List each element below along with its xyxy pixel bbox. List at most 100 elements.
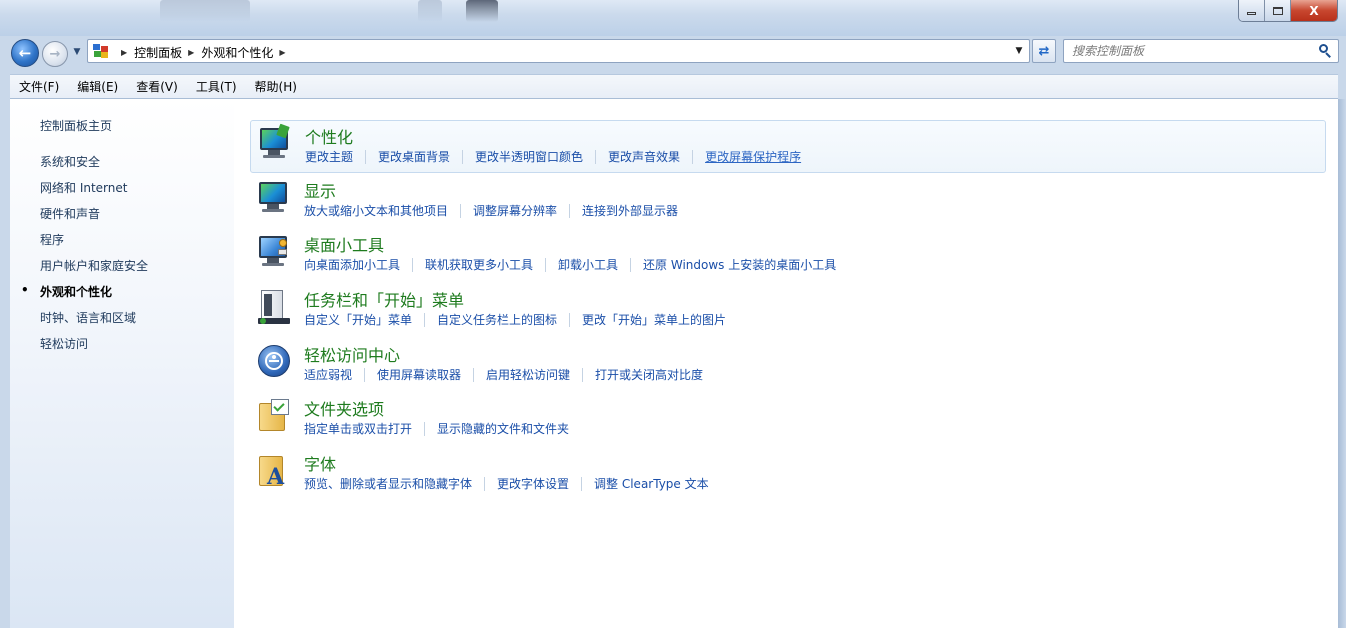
category-personalization: 个性化 更改主题 更改桌面背景 更改半透明窗口颜色 更改声音效果 更改屏幕保护程… xyxy=(250,120,1326,173)
link-single-double-click[interactable]: 指定单击或双击打开 xyxy=(304,420,412,437)
category-links: 向桌面添加小工具 联机获取更多小工具 卸载小工具 还原 Windows 上安装的… xyxy=(304,256,836,273)
link-separator xyxy=(569,203,571,218)
link-separator xyxy=(460,203,462,218)
sidebar-item-clock-language[interactable]: 时钟、语言和区域 xyxy=(40,309,148,335)
link-uninstall-gadget[interactable]: 卸载小工具 xyxy=(558,256,618,273)
taskbar-start-menu-icon xyxy=(257,288,291,324)
sidebar-item-programs[interactable]: 程序 xyxy=(40,231,148,257)
title-bar-decoration xyxy=(418,0,442,22)
link-adjust-cleartype[interactable]: 调整 ClearType 文本 xyxy=(594,475,709,492)
fonts-icon: A xyxy=(257,452,291,488)
link-screen-reader[interactable]: 使用屏幕读取器 xyxy=(377,366,461,383)
category-fonts: A 字体 预览、删除或者显示和隐藏字体 更改字体设置 调整 ClearType … xyxy=(250,448,1326,501)
window-frame-right xyxy=(1338,99,1346,628)
category-links: 适应弱视 使用屏幕读取器 启用轻松访问键 打开或关闭高对比度 xyxy=(304,366,703,383)
sidebar: 控制面板主页 系统和安全 网络和 Internet 硬件和声音 程序 用户帐户和… xyxy=(10,99,234,628)
menu-help[interactable]: 帮助(H) xyxy=(255,78,297,95)
link-separator xyxy=(364,367,366,382)
breadcrumb-arrow-icon[interactable]: ▶ xyxy=(121,48,127,57)
category-folder-options: 文件夹选项 指定单击或双击打开 显示隐藏的文件和文件夹 xyxy=(250,393,1326,446)
link-font-settings[interactable]: 更改字体设置 xyxy=(497,475,569,492)
link-restore-gadgets[interactable]: 还原 Windows 上安装的桌面小工具 xyxy=(643,256,836,273)
breadcrumb-arrow-icon[interactable]: ▶ xyxy=(279,48,285,57)
sidebar-item-user-accounts[interactable]: 用户帐户和家庭安全 xyxy=(40,257,148,283)
sidebar-control-panel-home[interactable]: 控制面板主页 xyxy=(40,117,112,134)
forward-arrow-icon: → xyxy=(49,46,61,62)
sidebar-list: 系统和安全 网络和 Internet 硬件和声音 程序 用户帐户和家庭安全 • … xyxy=(21,153,148,361)
category-title[interactable]: 文件夹选项 xyxy=(304,396,384,420)
category-display: 显示 放大或缩小文本和其他项目 调整屏幕分辨率 连接到外部显示器 xyxy=(250,175,1326,228)
maximize-button[interactable] xyxy=(1265,0,1291,21)
refresh-icon: ⇄ xyxy=(1038,43,1050,59)
menu-edit[interactable]: 编辑(E) xyxy=(77,78,118,95)
sidebar-item-system-security[interactable]: 系统和安全 xyxy=(40,153,148,179)
breadcrumb-arrow-icon[interactable]: ▶ xyxy=(188,48,194,57)
breadcrumb-control-panel[interactable]: 控制面板 xyxy=(134,44,182,61)
sidebar-item-appearance[interactable]: • 外观和个性化 xyxy=(21,283,148,309)
sidebar-item-hardware-sound[interactable]: 硬件和声音 xyxy=(40,205,148,231)
link-change-window-color[interactable]: 更改半透明窗口颜色 xyxy=(475,148,583,165)
link-get-more-gadgets[interactable]: 联机获取更多小工具 xyxy=(425,256,533,273)
link-change-screen-saver[interactable]: 更改屏幕保护程序 xyxy=(705,148,801,165)
link-separator xyxy=(692,149,694,164)
display-icon xyxy=(257,179,291,215)
category-title[interactable]: 个性化 xyxy=(305,124,353,148)
link-separator xyxy=(462,149,464,164)
address-bar[interactable]: ▶ 控制面板 ▶ 外观和个性化 ▶ ▼ xyxy=(87,39,1030,63)
category-links: 自定义「开始」菜单 自定义任务栏上的图标 更改「开始」菜单上的图片 xyxy=(304,311,726,328)
title-bar: X xyxy=(0,0,1346,36)
close-icon: X xyxy=(1309,3,1319,18)
category-title[interactable]: 桌面小工具 xyxy=(304,232,384,256)
folder-options-icon xyxy=(257,397,291,433)
link-easy-access-keys[interactable]: 启用轻松访问键 xyxy=(486,366,570,383)
link-separator xyxy=(365,149,367,164)
link-preview-fonts[interactable]: 预览、删除或者显示和隐藏字体 xyxy=(304,475,472,492)
search-input[interactable] xyxy=(1072,43,1302,59)
link-change-theme[interactable]: 更改主题 xyxy=(305,148,353,165)
link-screen-resolution[interactable]: 调整屏幕分辨率 xyxy=(473,202,557,219)
category-title[interactable]: 轻松访问中心 xyxy=(304,342,400,366)
recent-pages-button[interactable]: ▼ xyxy=(71,45,83,59)
minimize-button[interactable] xyxy=(1239,0,1265,21)
forward-button[interactable]: → xyxy=(42,41,68,67)
category-links: 指定单击或双击打开 显示隐藏的文件和文件夹 xyxy=(304,420,569,437)
link-separator xyxy=(484,476,486,491)
sidebar-item-ease-of-access[interactable]: 轻松访问 xyxy=(40,335,148,361)
category-ease-of-access-center: 轻松访问中心 适应弱视 使用屏幕读取器 启用轻松访问键 打开或关闭高对比度 xyxy=(250,339,1326,392)
address-dropdown-button[interactable]: ▼ xyxy=(1009,40,1029,62)
category-title[interactable]: 字体 xyxy=(304,451,336,475)
search-box[interactable] xyxy=(1063,39,1339,63)
back-button[interactable]: ← xyxy=(11,39,39,67)
link-change-desktop-background[interactable]: 更改桌面背景 xyxy=(378,148,450,165)
sidebar-item-network-internet[interactable]: 网络和 Internet xyxy=(40,179,148,205)
category-title[interactable]: 显示 xyxy=(304,178,336,202)
refresh-button[interactable]: ⇄ xyxy=(1032,39,1056,63)
close-button[interactable]: X xyxy=(1291,0,1337,21)
category-desktop-gadgets: 桌面小工具 向桌面添加小工具 联机获取更多小工具 卸载小工具 还原 Window… xyxy=(250,229,1326,282)
link-add-gadgets[interactable]: 向桌面添加小工具 xyxy=(304,256,400,273)
link-change-sounds[interactable]: 更改声音效果 xyxy=(608,148,680,165)
chevron-down-icon: ▼ xyxy=(73,47,81,57)
breadcrumb-appearance[interactable]: 外观和个性化 xyxy=(201,44,273,61)
menu-bar: 文件(F) 编辑(E) 查看(V) 工具(T) 帮助(H) xyxy=(10,74,1338,99)
link-customize-start-menu[interactable]: 自定义「开始」菜单 xyxy=(304,311,412,328)
link-change-start-menu-picture[interactable]: 更改「开始」菜单上的图片 xyxy=(582,311,726,328)
search-icon[interactable] xyxy=(1318,44,1332,58)
content-pane: 个性化 更改主题 更改桌面背景 更改半透明窗口颜色 更改声音效果 更改屏幕保护程… xyxy=(234,99,1338,628)
link-text-size[interactable]: 放大或缩小文本和其他项目 xyxy=(304,202,448,219)
menu-tools[interactable]: 工具(T) xyxy=(196,78,237,95)
menu-file[interactable]: 文件(F) xyxy=(19,78,59,95)
link-separator xyxy=(595,149,597,164)
link-show-hidden-files[interactable]: 显示隐藏的文件和文件夹 xyxy=(437,420,569,437)
link-separator xyxy=(424,312,426,327)
back-arrow-icon: ← xyxy=(18,44,32,62)
link-separator xyxy=(473,367,475,382)
link-low-vision[interactable]: 适应弱视 xyxy=(304,366,352,383)
link-high-contrast[interactable]: 打开或关闭高对比度 xyxy=(595,366,703,383)
link-customize-taskbar-icons[interactable]: 自定义任务栏上的图标 xyxy=(437,311,557,328)
category-title[interactable]: 任务栏和「开始」菜单 xyxy=(304,287,464,311)
link-external-display[interactable]: 连接到外部显示器 xyxy=(582,202,678,219)
link-separator xyxy=(545,257,547,272)
menu-view[interactable]: 查看(V) xyxy=(136,78,178,95)
link-separator xyxy=(582,367,584,382)
